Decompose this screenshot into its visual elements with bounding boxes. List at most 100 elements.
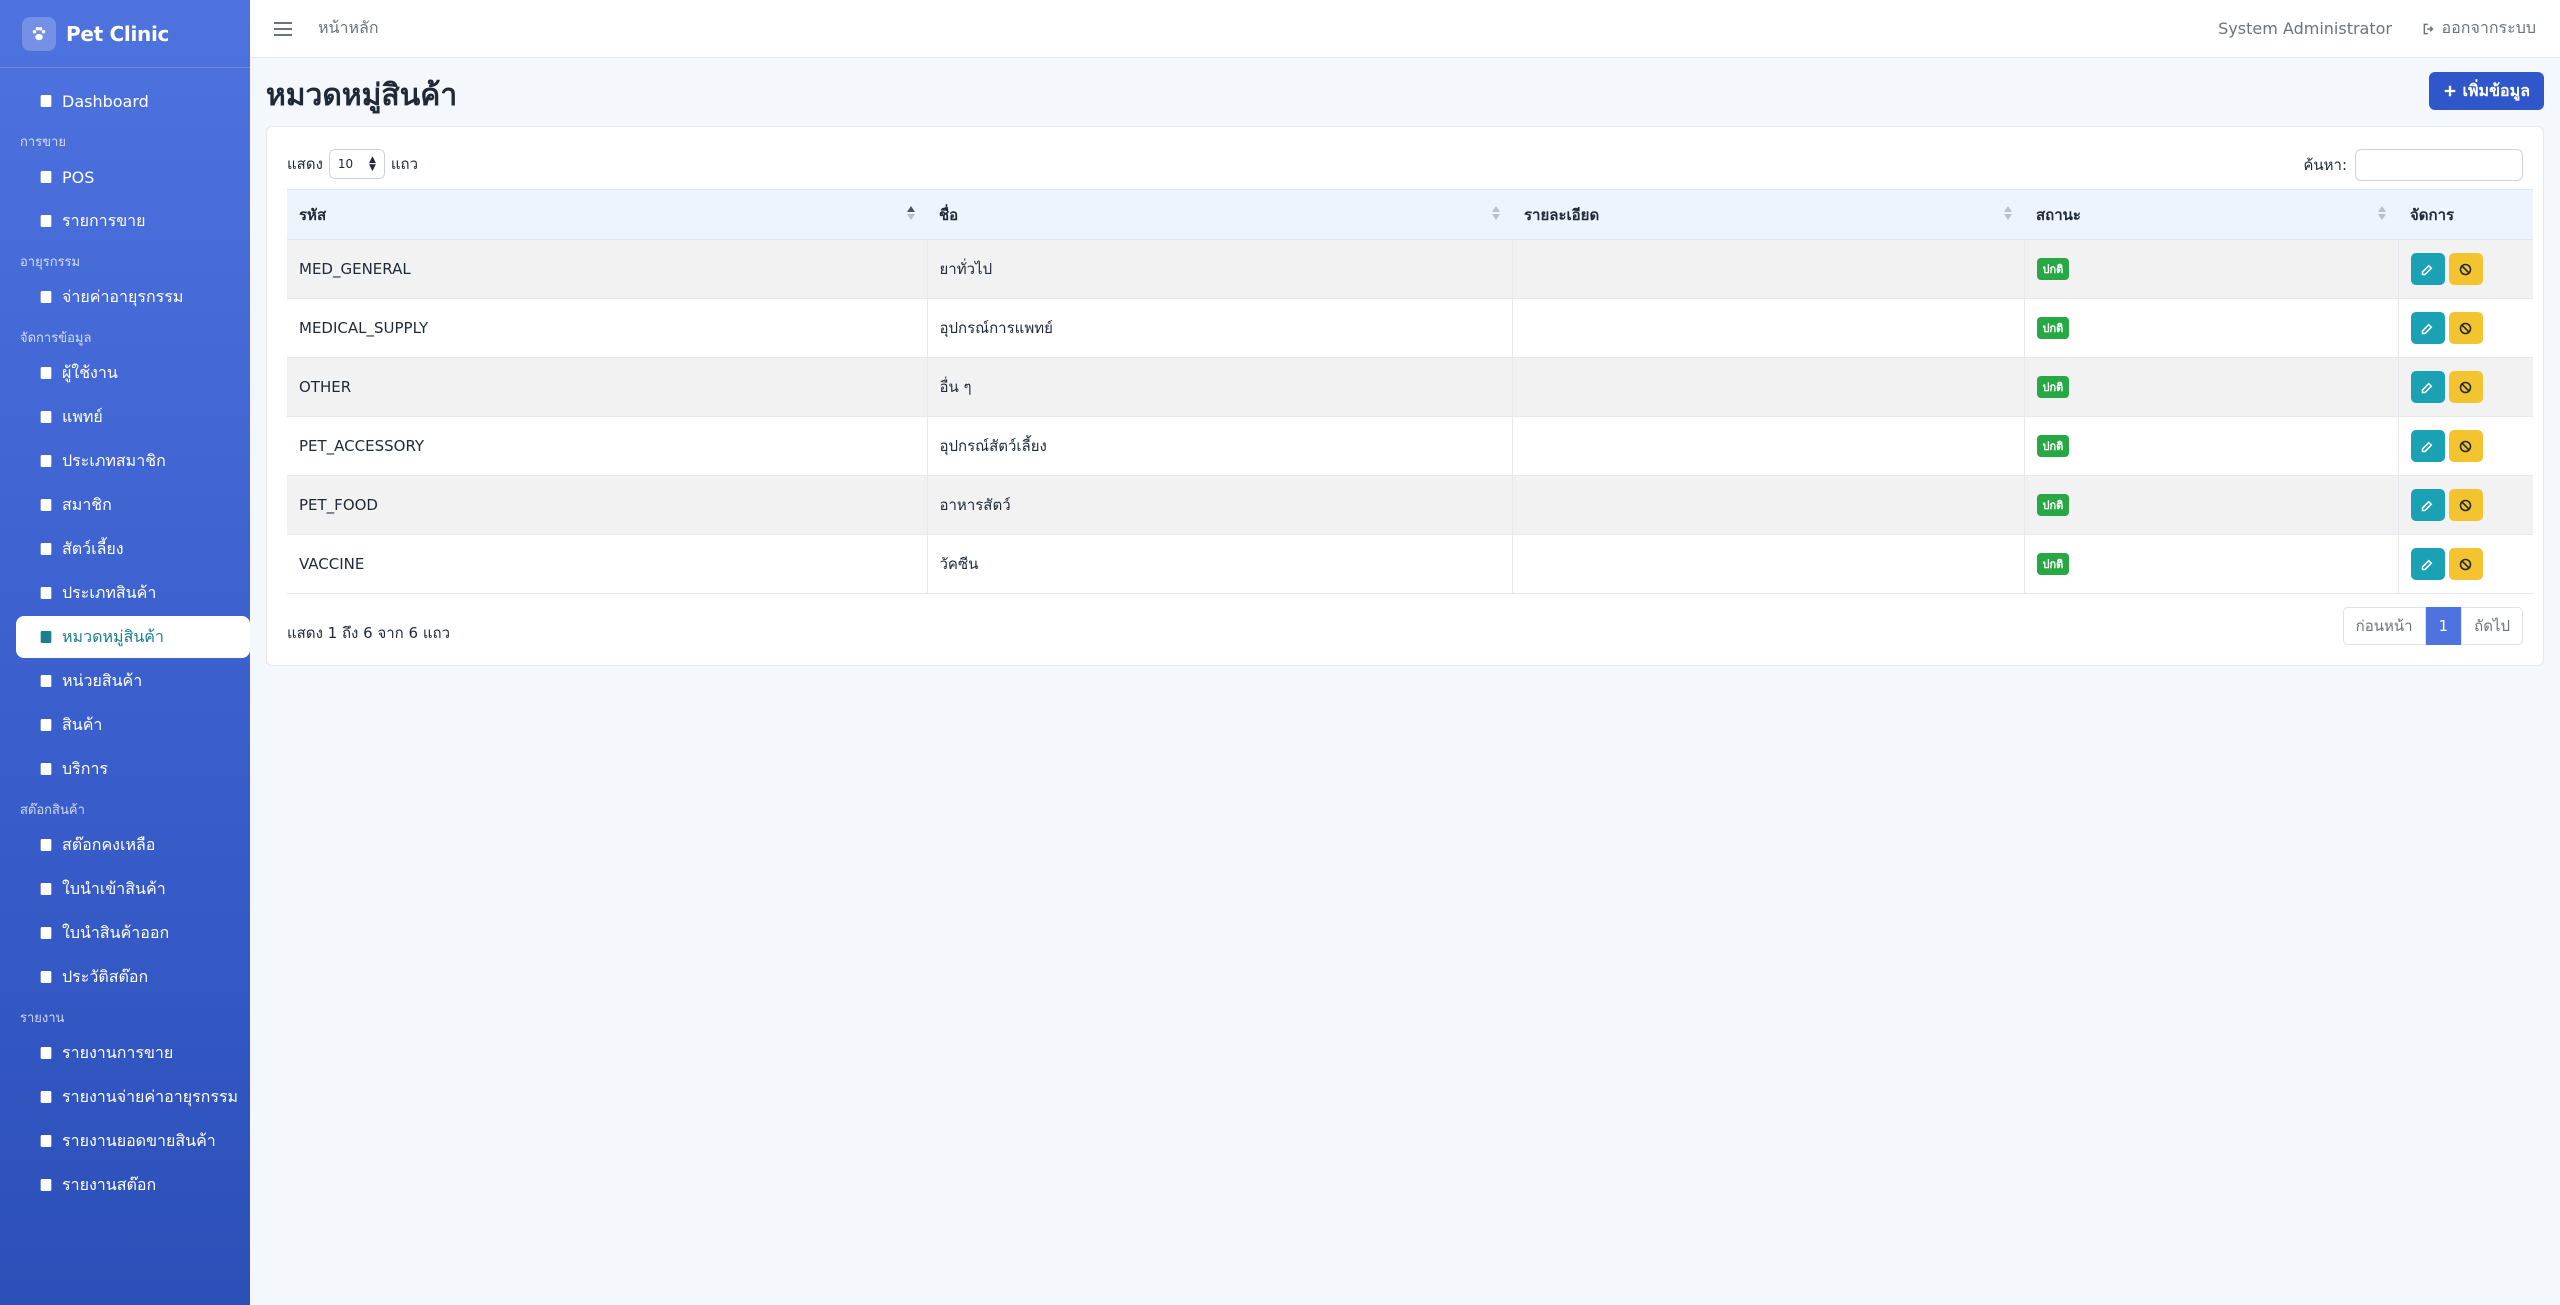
- sidebar: Pet Clinic Dashboard การขาย POS รายการขาย อา…: [0, 0, 250, 1305]
- status-badge: ปกติ: [2036, 258, 2070, 280]
- sidebar-item-icon: [36, 837, 56, 853]
- menu-toggle-icon[interactable]: [274, 21, 292, 36]
- breadcrumb-home[interactable]: หน้าหลัก: [318, 16, 379, 41]
- sidebar-item[interactable]: รายการขาย: [0, 200, 250, 242]
- brand[interactable]: Pet Clinic: [0, 0, 250, 68]
- sidebar-item[interactable]: ใบนำสินค้าออก: [0, 912, 250, 954]
- sidebar-item-label: แพทย์: [62, 406, 103, 426]
- sidebar-item[interactable]: สินค้า: [0, 704, 250, 746]
- sidebar-item-icon: [36, 409, 56, 425]
- search-label: ค้นหา:: [2303, 156, 2347, 174]
- user-name: System Administrator: [2218, 19, 2392, 38]
- sidebar-item-label: ประเภทสมาชิก: [62, 450, 166, 470]
- sidebar-item[interactable]: สัตว์เลี้ยง: [0, 528, 250, 570]
- sidebar-item-label: จ่ายค่าอายุรกรรม: [62, 286, 184, 306]
- next-page-button[interactable]: ถัดไป: [2461, 607, 2523, 645]
- edit-button[interactable]: [2410, 548, 2445, 580]
- sidebar-nav: Dashboard การขาย POS รายการขาย อายุรกรรม จ่าย…: [0, 68, 250, 1206]
- column-header[interactable]: สถานะ: [2024, 189, 2398, 240]
- category-table: รหัส ชื่อ รายละเอียด สถานะ จัดการ MED_GENERA…: [287, 189, 2533, 594]
- ban-icon: [2459, 322, 2472, 334]
- edit-button[interactable]: [2410, 489, 2445, 521]
- disable-button[interactable]: [2448, 371, 2483, 403]
- status-badge: ปกติ: [2036, 317, 2070, 339]
- column-header-label: สถานะ: [2036, 205, 2081, 224]
- edit-button[interactable]: [2410, 312, 2445, 344]
- sidebar-item-label: สินค้า: [62, 714, 103, 734]
- cell-code: PET_ACCESSORY: [287, 416, 928, 476]
- sidebar-item-icon: [36, 629, 56, 645]
- sidebar-item-label: POS: [62, 167, 95, 187]
- sidebar-item[interactable]: ผู้ใช้งาน: [0, 352, 250, 394]
- topbar: หน้าหลัก System Administrator ออกจากระบบ: [250, 0, 2560, 58]
- cell-detail: [1512, 416, 2025, 476]
- paw-icon: [22, 16, 56, 51]
- sidebar-item[interactable]: สต๊อกคงเหลือ: [0, 824, 250, 866]
- brand-name: Pet Clinic: [66, 21, 170, 46]
- sidebar-item[interactable]: ประเภทสินค้า: [0, 572, 250, 614]
- column-header-label: รายละเอียด: [1524, 205, 1600, 224]
- sidebar-item[interactable]: สมาชิก: [0, 484, 250, 526]
- add-button-label: เพิ่มข้อมูล: [2462, 80, 2530, 100]
- disable-button[interactable]: [2448, 548, 2483, 580]
- edit-button[interactable]: [2410, 253, 2445, 285]
- table-row: OTHER อื่น ๆ ปกติ: [287, 357, 2533, 417]
- prev-page-button[interactable]: ก่อนหน้า: [2342, 607, 2426, 645]
- sidebar-item-label: ใบนำสินค้าออก: [62, 922, 170, 942]
- cell-status: ปกติ: [2024, 475, 2399, 535]
- sidebar-item[interactable]: รายงานสต๊อก: [0, 1164, 250, 1206]
- sidebar-item[interactable]: ประวัติสต๊อก: [0, 956, 250, 998]
- sidebar-item[interactable]: รายงานการขาย: [0, 1032, 250, 1074]
- edit-button[interactable]: [2410, 371, 2445, 403]
- column-header[interactable]: รายละเอียด: [1512, 189, 2024, 240]
- sort-icon: [1492, 206, 1500, 220]
- add-button[interactable]: เพิ่มข้อมูล: [2428, 72, 2544, 110]
- logout-icon: [2423, 23, 2434, 34]
- page-length-value: 10: [337, 157, 354, 171]
- sidebar-item-icon: [36, 213, 56, 229]
- sidebar-item[interactable]: หน่วยสินค้า: [0, 660, 250, 702]
- sidebar-item[interactable]: ประเภทสมาชิก: [0, 440, 250, 482]
- sidebar-item[interactable]: รายงานจ่ายค่าอายุรกรรม: [0, 1076, 250, 1118]
- sidebar-item[interactable]: แพทย์: [0, 396, 250, 438]
- sidebar-item-label: รายงานยอดขายสินค้า: [62, 1130, 216, 1150]
- edit-icon: [2421, 441, 2433, 452]
- disable-button[interactable]: [2448, 489, 2483, 521]
- page-1-button[interactable]: 1: [2425, 607, 2462, 645]
- page-title: หมวดหมู่สินค้า: [266, 78, 458, 113]
- table-row: VACCINE วัคซีน ปกติ: [287, 534, 2533, 594]
- cell-status: ปกติ: [2024, 357, 2399, 417]
- show-prefix: แสดง: [287, 155, 323, 173]
- disable-button[interactable]: [2448, 430, 2483, 462]
- column-header[interactable]: รหัส: [287, 189, 927, 240]
- sidebar-item-label: หมวดหมู่สินค้า: [62, 626, 164, 646]
- sidebar-item[interactable]: จ่ายค่าอายุรกรรม: [0, 276, 250, 318]
- sidebar-item[interactable]: Dashboard: [0, 80, 250, 122]
- sidebar-item[interactable]: หมวดหมู่สินค้า: [16, 616, 250, 658]
- column-header-label: จัดการ: [2410, 205, 2455, 224]
- sidebar-section-title: สต๊อกสินค้า: [20, 803, 85, 818]
- search-input[interactable]: [2355, 149, 2523, 181]
- ban-icon: [2459, 381, 2472, 393]
- cell-detail: [1512, 298, 2025, 358]
- cell-code: MEDICAL_SUPPLY: [287, 298, 928, 358]
- sidebar-item-label: รายงานการขาย: [62, 1042, 174, 1062]
- edit-button[interactable]: [2410, 430, 2445, 462]
- cell-code: VACCINE: [287, 534, 928, 594]
- sidebar-item-icon: [36, 497, 56, 513]
- sidebar-item[interactable]: รายงานยอดขายสินค้า: [0, 1120, 250, 1162]
- page-length-select[interactable]: 10 ▲ ▼: [328, 149, 385, 179]
- disable-button[interactable]: [2448, 253, 2483, 285]
- sidebar-item-icon: [36, 169, 56, 185]
- status-badge: ปกติ: [2036, 435, 2070, 457]
- edit-icon: [2421, 323, 2433, 334]
- sidebar-item-label: ประเภทสินค้า: [62, 582, 157, 602]
- sidebar-item[interactable]: บริการ: [0, 748, 250, 790]
- disable-button[interactable]: [2448, 312, 2483, 344]
- logout-button[interactable]: ออกจากระบบ: [2422, 16, 2536, 41]
- sidebar-item-icon: [36, 881, 56, 897]
- column-header[interactable]: ชื่อ: [927, 189, 1512, 240]
- sidebar-item[interactable]: ใบนำเข้าสินค้า: [0, 868, 250, 910]
- status-badge: ปกติ: [2036, 553, 2070, 575]
- sidebar-item[interactable]: POS: [0, 156, 250, 198]
